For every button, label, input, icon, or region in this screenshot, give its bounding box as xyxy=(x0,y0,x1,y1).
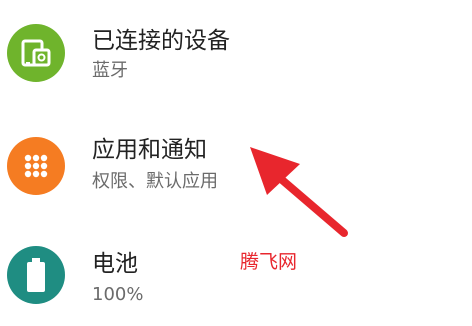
item-subtitle: 蓝牙 xyxy=(92,60,128,81)
settings-list: 已连接的设备 蓝牙 应用和通知 权限、默认应用 电池 100% xyxy=(0,0,472,320)
item-subtitle: 权限、默认应用 xyxy=(92,171,218,192)
devices-icon xyxy=(7,24,65,82)
annotation-arrow xyxy=(250,147,348,237)
battery-icon xyxy=(7,246,65,304)
apps-grid-icon xyxy=(7,137,65,195)
item-title: 已连接的设备 xyxy=(92,28,230,54)
settings-item-battery[interactable]: 电池 100% xyxy=(0,216,472,326)
item-subtitle: 100% xyxy=(92,284,144,305)
settings-item-apps-notifications[interactable]: 应用和通知 权限、默认应用 xyxy=(0,108,472,218)
item-title: 应用和通知 xyxy=(92,137,207,163)
settings-item-connected-devices[interactable]: 已连接的设备 蓝牙 xyxy=(0,0,472,110)
watermark-text: 腾飞网 xyxy=(240,251,298,273)
item-title: 电池 xyxy=(92,251,138,277)
